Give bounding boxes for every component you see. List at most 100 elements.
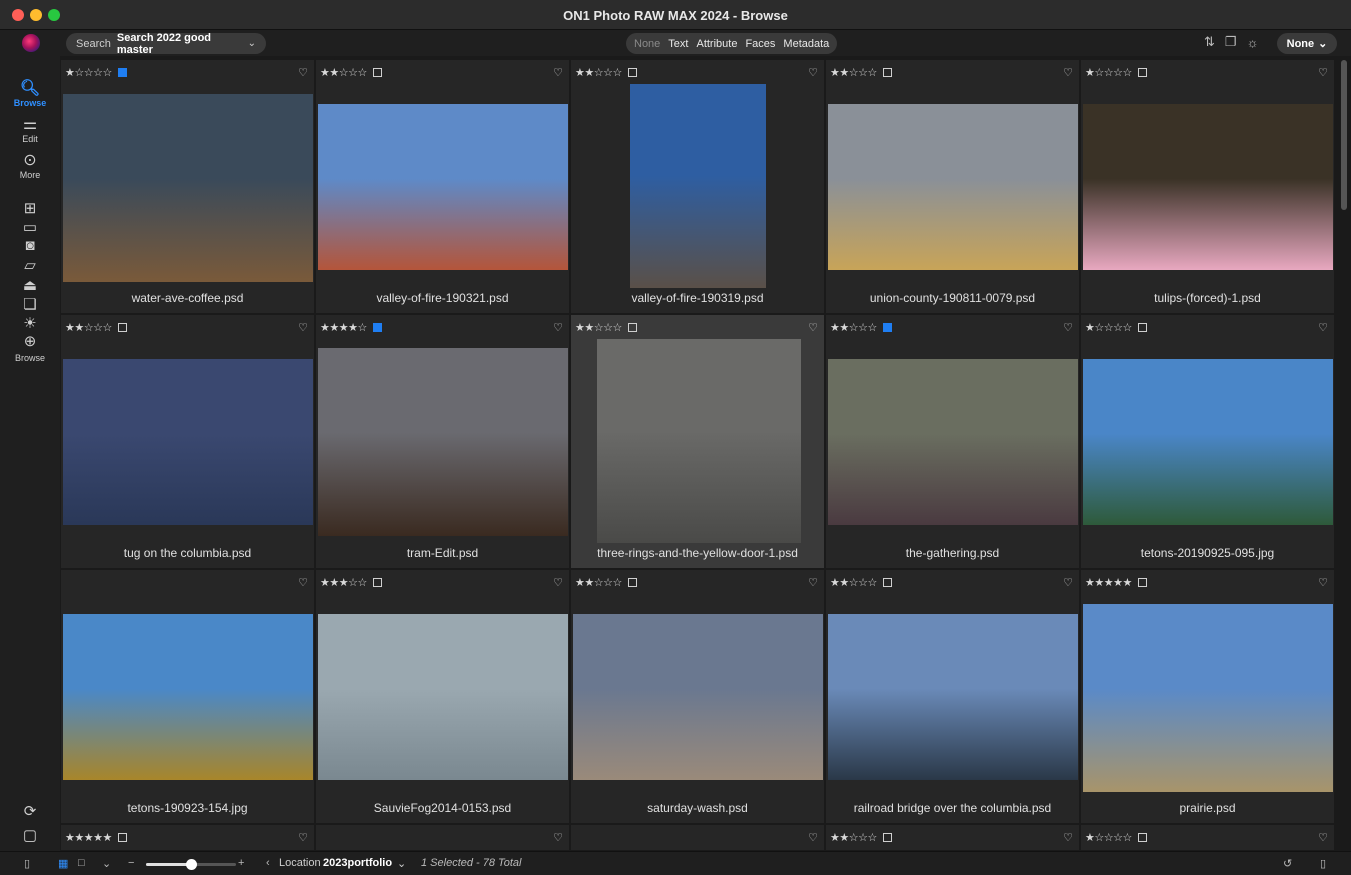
zoom-in-icon[interactable]: +: [238, 857, 244, 869]
heart-icon[interactable]: ♡: [298, 831, 308, 844]
heart-icon[interactable]: ♡: [298, 66, 308, 79]
color-label-checkbox[interactable]: [882, 322, 892, 332]
heart-icon[interactable]: ♡: [298, 321, 308, 334]
panel-toggle-icon[interactable]: ▯: [24, 857, 30, 870]
heart-icon[interactable]: ♡: [1063, 831, 1073, 844]
browse-module[interactable]: 🔍︎ Browse: [0, 80, 60, 108]
photo-image[interactable]: [1083, 104, 1333, 270]
more-module[interactable]: ⊙ More: [0, 152, 60, 180]
filter-faces[interactable]: Faces: [745, 38, 775, 50]
photo-thumbnail-cell[interactable]: ★☆☆☆☆ ♡ tetons-20190925-095.jpg: [1081, 315, 1335, 569]
sort-icon[interactable]: ⇅: [1204, 34, 1215, 50]
grid-view-icon[interactable]: ▦: [58, 857, 68, 870]
star-rating[interactable]: ★★☆☆☆: [830, 576, 877, 589]
chevron-down-icon[interactable]: ⌄: [102, 857, 111, 870]
photo-image[interactable]: [63, 614, 313, 780]
photo-thumbnail-cell[interactable]: ★★☆☆☆ ♡ valley-of-fire-190321.psd: [316, 60, 570, 314]
star-rating[interactable]: ★★☆☆☆: [575, 66, 622, 79]
star-rating[interactable]: ★★☆☆☆: [575, 321, 622, 334]
star-rating[interactable]: ★☆☆☆☆: [65, 66, 112, 79]
chevron-left-icon[interactable]: ‹: [266, 857, 270, 869]
filter-metadata[interactable]: Metadata: [783, 38, 829, 50]
color-label-checkbox[interactable]: [1137, 832, 1147, 842]
grid-scrollbar[interactable]: [1341, 60, 1347, 210]
photo-thumbnail-cell[interactable]: ★☆☆☆☆ ♡ water-ave-coffee.psd: [61, 60, 315, 314]
heart-icon[interactable]: ♡: [553, 321, 563, 334]
heart-icon[interactable]: ♡: [553, 831, 563, 844]
heart-icon[interactable]: ♡: [1318, 831, 1328, 844]
star-rating[interactable]: ★★★☆☆: [320, 576, 367, 589]
chevron-down-icon[interactable]: ⌄: [397, 857, 406, 870]
heart-icon[interactable]: ♡: [1318, 66, 1328, 79]
photo-image[interactable]: [597, 339, 801, 543]
star-rating[interactable]: ★★★★☆: [320, 321, 367, 334]
heart-icon[interactable]: ♡: [808, 831, 818, 844]
star-rating[interactable]: ★★☆☆☆: [830, 831, 877, 844]
photo-thumbnail-cell[interactable]: ★☆☆☆☆ ♡ tulips-(forced)-1.psd: [1081, 60, 1335, 314]
heart-icon[interactable]: ♡: [808, 576, 818, 589]
extensions-icon[interactable]: ⊕: [20, 332, 40, 352]
photo-image[interactable]: [1083, 359, 1333, 525]
color-label-checkbox[interactable]: [372, 67, 382, 77]
photo-thumbnail-cell[interactable]: ♡: [316, 825, 570, 851]
edit-module[interactable]: ⚌ Edit: [0, 116, 60, 144]
photo-image[interactable]: [63, 359, 313, 525]
photo-thumbnail-cell[interactable]: ♡ tetons-190923-154.jpg: [61, 570, 315, 824]
color-label-checkbox[interactable]: [1137, 322, 1147, 332]
star-rating[interactable]: ★★★★★: [65, 831, 112, 844]
sun-icon[interactable]: ☀: [20, 314, 40, 334]
location-value[interactable]: 2023portfolio: [323, 857, 392, 869]
filter-text[interactable]: Text: [668, 38, 688, 50]
photo-thumbnail-cell[interactable]: ★★★★☆ ♡ tram-Edit.psd: [316, 315, 570, 569]
star-rating[interactable]: ★☆☆☆☆: [1085, 321, 1132, 334]
new-folder-icon[interactable]: ▢: [20, 826, 40, 846]
photo-thumbnail-cell[interactable]: ★☆☆☆☆ ♡: [1081, 825, 1335, 851]
camera-icon[interactable]: ◙: [20, 237, 40, 257]
photo-thumbnail-cell[interactable]: ★★★★★ ♡ prairie.psd: [1081, 570, 1335, 824]
star-rating[interactable]: ★☆☆☆☆: [1085, 831, 1132, 844]
photo-image[interactable]: [630, 84, 766, 288]
photo-thumbnail-cell[interactable]: ★★☆☆☆ ♡ tug on the columbia.psd: [61, 315, 315, 569]
slider-handle[interactable]: [186, 859, 197, 870]
star-rating[interactable]: ★★☆☆☆: [830, 66, 877, 79]
filter-attribute[interactable]: Attribute: [696, 38, 737, 50]
brightness-icon[interactable]: ☼: [1247, 35, 1259, 50]
star-rating[interactable]: ★★☆☆☆: [830, 321, 877, 334]
color-label-checkbox[interactable]: [882, 832, 892, 842]
photo-thumbnail-cell[interactable]: ★★☆☆☆ ♡ saturday-wash.psd: [571, 570, 825, 824]
folder-icon[interactable]: ▱: [20, 256, 40, 276]
right-panel-toggle-icon[interactable]: ▯: [1320, 857, 1326, 870]
photo-thumbnail-cell[interactable]: ★★☆☆☆ ♡ three-rings-and-the-yellow-door-1.…: [571, 315, 825, 569]
color-label-checkbox[interactable]: [627, 577, 637, 587]
photo-image[interactable]: [318, 614, 568, 780]
color-label-checkbox[interactable]: [1137, 67, 1147, 77]
heart-icon[interactable]: ♡: [1318, 321, 1328, 334]
heart-icon[interactable]: ♡: [1063, 321, 1073, 334]
photo-thumbnail-cell[interactable]: ★★☆☆☆ ♡: [826, 825, 1080, 851]
photo-image[interactable]: [828, 614, 1078, 780]
albums-icon[interactable]: ❏: [20, 295, 40, 315]
photo-image[interactable]: [828, 104, 1078, 270]
photo-thumbnail-cell[interactable]: ♡: [571, 825, 825, 851]
color-label-checkbox[interactable]: [882, 67, 892, 77]
star-rating[interactable]: ★★★★★: [1085, 576, 1132, 589]
rotate-icon[interactable]: ↺: [1283, 857, 1292, 870]
heart-icon[interactable]: ♡: [298, 576, 308, 589]
loupe-view-icon[interactable]: □: [78, 857, 85, 869]
zoom-out-icon[interactable]: −: [128, 857, 134, 869]
color-label-checkbox[interactable]: [627, 322, 637, 332]
star-rating[interactable]: ★★☆☆☆: [65, 321, 112, 334]
color-label-checkbox[interactable]: [117, 67, 127, 77]
star-rating[interactable]: ★☆☆☆☆: [1085, 66, 1132, 79]
photo-image[interactable]: [1083, 604, 1333, 792]
photo-image[interactable]: [63, 94, 313, 282]
sync-icon[interactable]: ⟳: [20, 802, 40, 822]
photo-image[interactable]: [318, 348, 568, 536]
heart-icon[interactable]: ♡: [1318, 576, 1328, 589]
photo-thumbnail-cell[interactable]: ★★★★★ ♡: [61, 825, 315, 851]
app-logo-icon[interactable]: [22, 34, 40, 52]
heart-icon[interactable]: ♡: [808, 66, 818, 79]
filter-none[interactable]: None: [634, 38, 660, 50]
heart-icon[interactable]: ♡: [553, 576, 563, 589]
heart-icon[interactable]: ♡: [808, 321, 818, 334]
